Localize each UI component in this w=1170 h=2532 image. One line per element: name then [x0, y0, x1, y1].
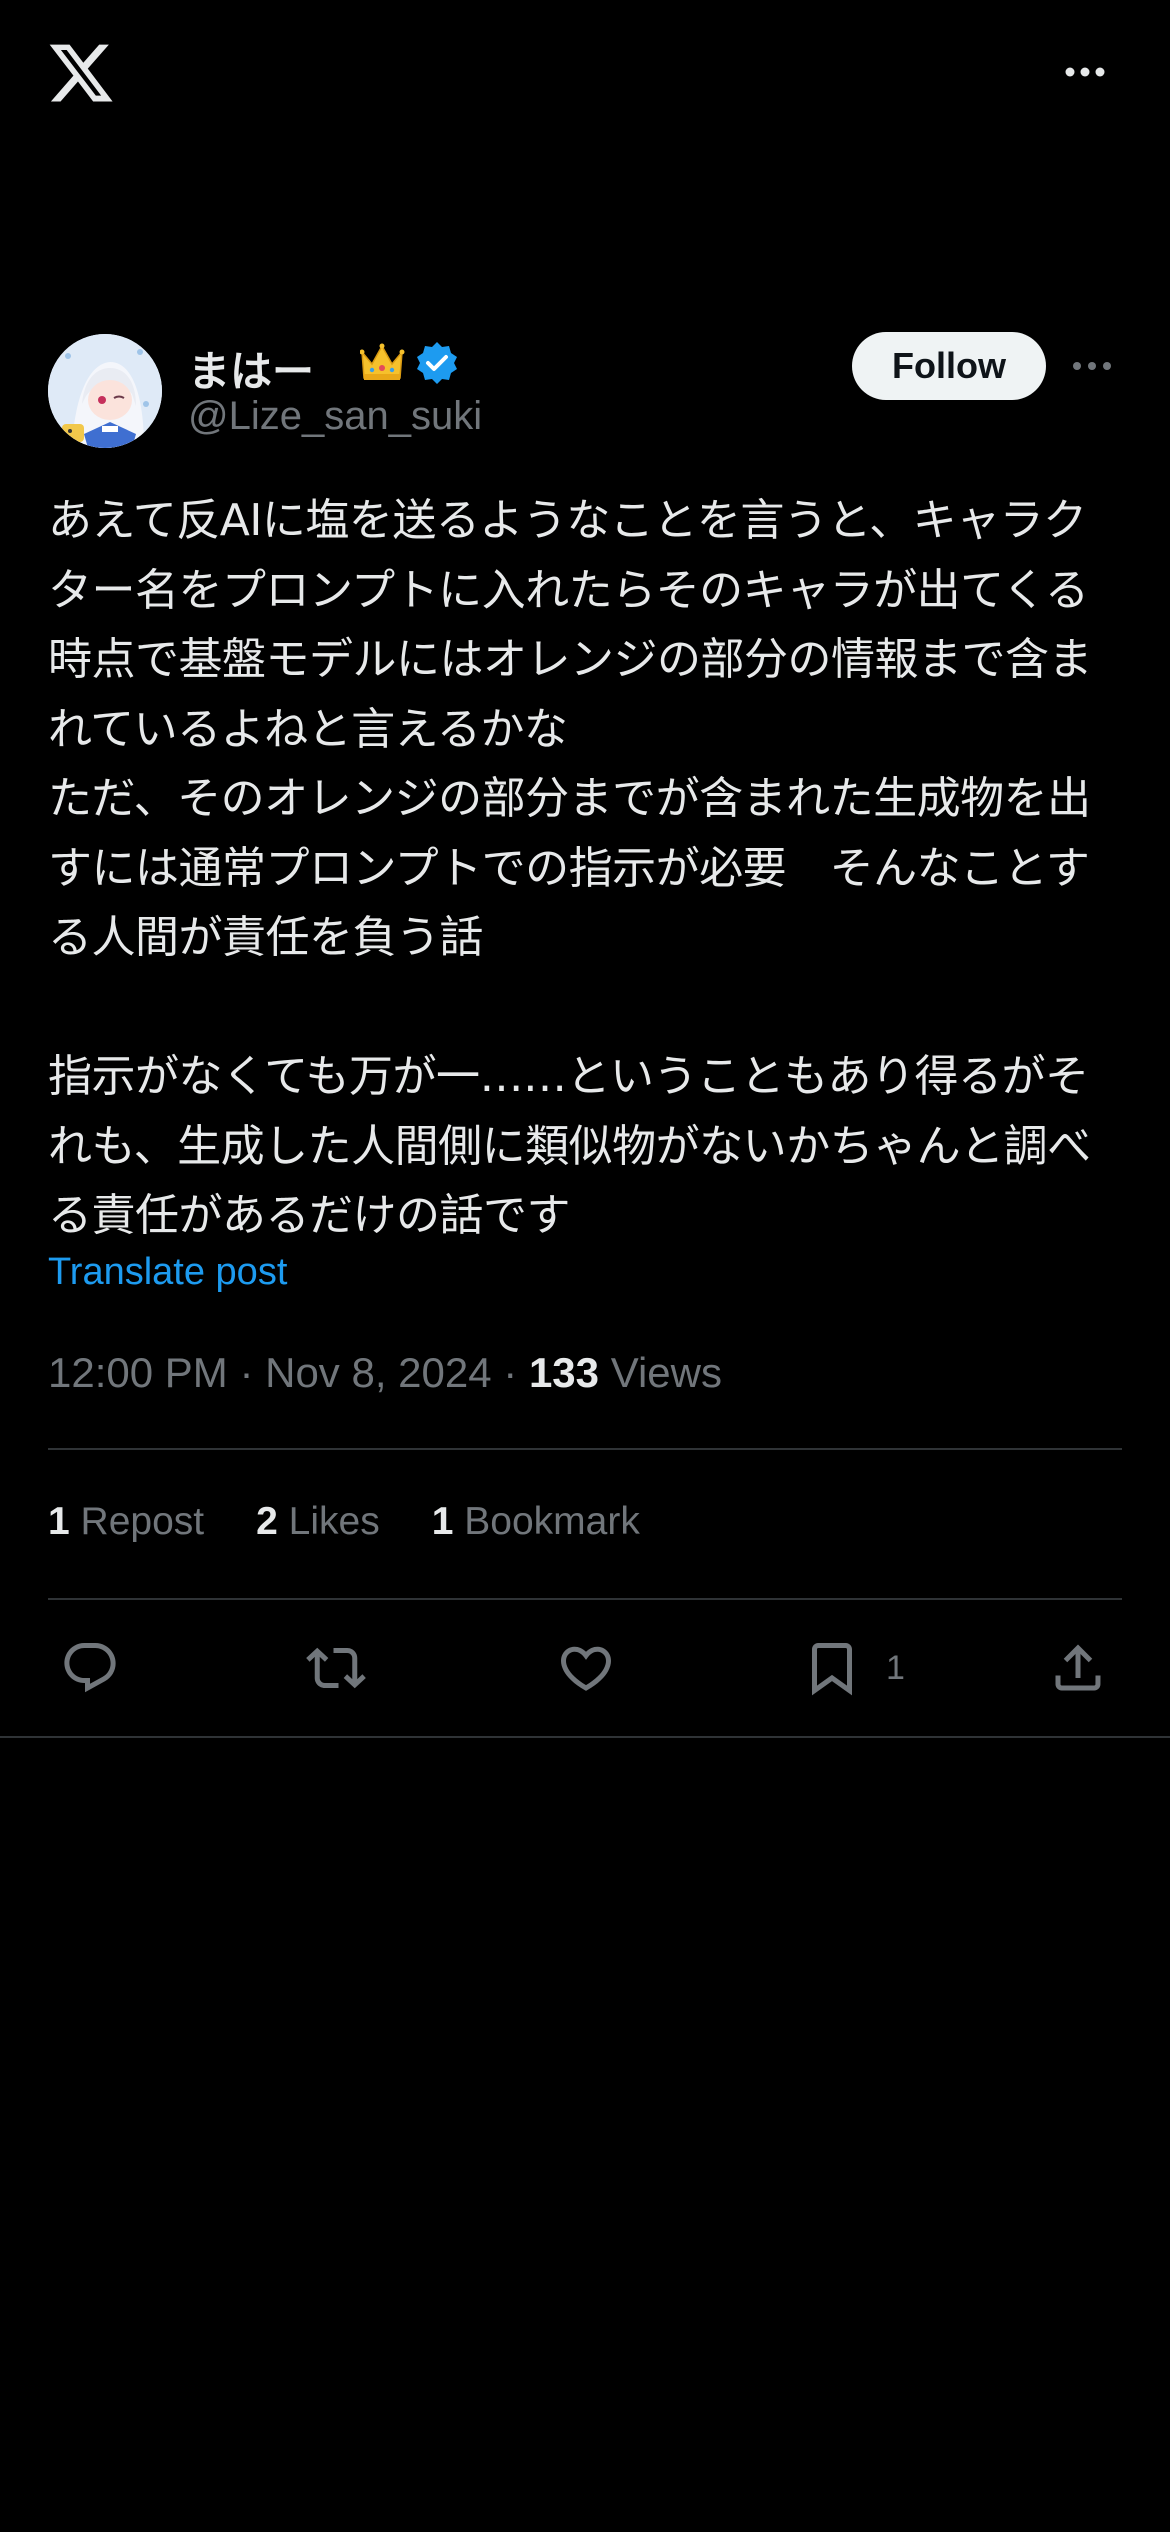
- author-handle[interactable]: @Lize_san_suki: [188, 394, 482, 439]
- reply-button[interactable]: [60, 1636, 120, 1700]
- translate-post-link[interactable]: Translate post: [48, 1251, 287, 1294]
- post-time[interactable]: 12:00 PM: [48, 1349, 228, 1396]
- author-badges: [360, 342, 457, 384]
- bookmark-button[interactable]: 1: [802, 1636, 905, 1700]
- post-metadata: 12:00 PM · Nov 8, 2024 · 133 Views: [48, 1349, 722, 1397]
- share-icon: [1055, 1644, 1101, 1691]
- bookmarks-label: Bookmark: [464, 1500, 640, 1543]
- post-text: あえて反AIに塩を送るようなことを言うと、キャラクター名をプロンプトに入れたらそ…: [48, 495, 1093, 1241]
- heart-icon: [560, 1646, 612, 1691]
- top-bar: [0, 0, 1170, 150]
- divider: [0, 1736, 1170, 1738]
- bookmarks-count: 1: [431, 1500, 454, 1543]
- share-button[interactable]: [1048, 1636, 1108, 1700]
- repost-button[interactable]: [306, 1636, 366, 1700]
- reply-icon: [64, 1643, 116, 1693]
- views-label: Views: [610, 1349, 722, 1396]
- likes-stat[interactable]: 2 Likes: [256, 1500, 380, 1543]
- likes-count: 2: [256, 1500, 278, 1543]
- follow-button[interactable]: Follow: [852, 332, 1046, 400]
- repost-icon: [306, 1647, 366, 1689]
- crown-emoji-icon: [360, 343, 405, 380]
- post-date[interactable]: Nov 8, 2024: [265, 1349, 492, 1396]
- reposts-label: Repost: [80, 1500, 205, 1543]
- like-button[interactable]: [556, 1636, 616, 1700]
- action-bar: 1: [0, 1626, 1170, 1710]
- views-count: 133: [528, 1349, 600, 1396]
- bookmark-icon: [812, 1643, 852, 1696]
- divider: [48, 1598, 1122, 1600]
- x-logo-icon[interactable]: [46, 38, 116, 108]
- bookmark-count: 1: [886, 1648, 905, 1687]
- more-options-icon[interactable]: [1060, 54, 1110, 90]
- reposts-count: 1: [48, 1500, 70, 1543]
- post-author: まはー @Lize_san_suki Follow: [48, 332, 1122, 452]
- likes-label: Likes: [288, 1500, 380, 1543]
- avatar[interactable]: [48, 334, 162, 448]
- reposts-stat[interactable]: 1 Repost: [48, 1500, 204, 1543]
- post-more-icon[interactable]: [1068, 350, 1116, 382]
- meta-separator: ·: [227, 1349, 266, 1396]
- bookmarks-stat[interactable]: 1 Bookmark: [432, 1500, 640, 1543]
- author-name[interactable]: まはー: [188, 338, 314, 399]
- divider: [48, 1448, 1122, 1450]
- meta-separator: ·: [491, 1349, 529, 1396]
- engagement-stats: 1 Repost 2 Likes 1 Bookmark: [48, 1500, 692, 1544]
- verified-badge-icon: [417, 342, 457, 384]
